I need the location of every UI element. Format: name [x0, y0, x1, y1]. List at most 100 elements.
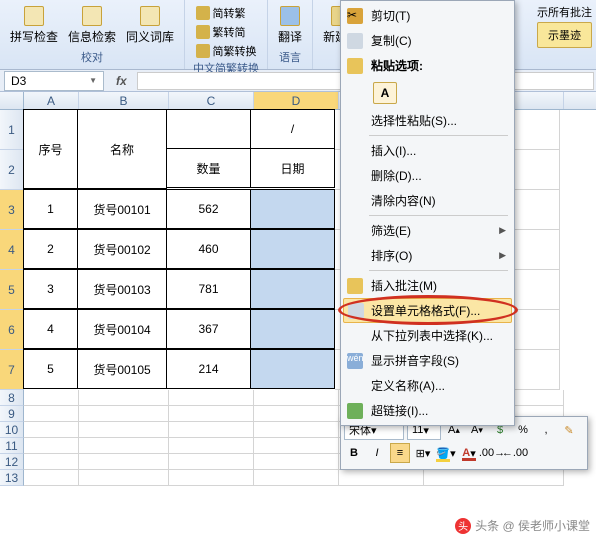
cell[interactable]	[79, 438, 169, 454]
cell-selected[interactable]	[250, 229, 335, 269]
cell[interactable]	[79, 390, 169, 406]
cell[interactable]	[24, 454, 79, 470]
cell-selected[interactable]	[250, 189, 335, 229]
cell[interactable]	[24, 422, 79, 438]
italic-button[interactable]: I	[367, 443, 387, 463]
menu-define-name[interactable]: 定义名称(A)...	[343, 373, 512, 398]
cell[interactable]	[24, 406, 79, 422]
research-button[interactable]: 信息检索	[66, 4, 118, 47]
menu-insert-comment[interactable]: 插入批注(M)	[343, 273, 512, 298]
fill-color-button[interactable]: 🪣▾	[436, 443, 456, 463]
cell-selected[interactable]	[250, 349, 335, 389]
row-header[interactable]: 6	[0, 310, 24, 350]
cell[interactable]: 781	[166, 269, 251, 309]
menu-show-pinyin[interactable]: wén显示拼音字段(S)	[343, 348, 512, 373]
convert-button[interactable]: 简繁转换	[194, 42, 259, 60]
cell[interactable]: 2	[23, 229, 78, 269]
col-header-c[interactable]: C	[169, 92, 254, 109]
show-all-comments-button[interactable]: 示所有批注	[537, 4, 592, 20]
menu-paste-special[interactable]: 选择性粘贴(S)...	[343, 108, 512, 133]
menu-insert[interactable]: 插入(I)...	[343, 138, 512, 163]
menu-filter[interactable]: 筛选(E)▶	[343, 218, 512, 243]
cell[interactable]	[254, 390, 339, 406]
cell[interactable]: 5	[23, 349, 78, 389]
cell[interactable]	[254, 470, 339, 486]
cell[interactable]: 4	[23, 309, 78, 349]
cell[interactable]	[79, 406, 169, 422]
menu-format-cells[interactable]: 设置单元格格式(F)...	[343, 298, 512, 323]
trad-to-simp-button[interactable]: 繁转简	[194, 23, 259, 41]
comma-button[interactable]: ,	[536, 420, 556, 440]
cell-selected[interactable]	[250, 269, 335, 309]
menu-copy[interactable]: 复制(C)	[343, 28, 512, 53]
font-color-button[interactable]: A▾	[459, 443, 479, 463]
cell[interactable]	[79, 454, 169, 470]
borders-button[interactable]: ⊞▾	[413, 443, 433, 463]
cell[interactable]: 3	[23, 269, 78, 309]
row-header[interactable]: 7	[0, 350, 24, 390]
menu-dropdown-pick[interactable]: 从下拉列表中选择(K)...	[343, 323, 512, 348]
row-header[interactable]: 1	[0, 110, 24, 150]
cell[interactable]	[339, 470, 424, 486]
cell[interactable]: 数量	[166, 148, 251, 188]
cell[interactable]: 日期	[250, 148, 335, 188]
cell[interactable]: /	[250, 109, 335, 149]
row-header[interactable]: 3	[0, 190, 24, 230]
cell[interactable]: 货号00103	[77, 269, 167, 309]
show-ink-button[interactable]: 示墨迹	[537, 22, 592, 48]
cell[interactable]	[166, 109, 251, 149]
row-header[interactable]: 2	[0, 150, 24, 190]
menu-cut[interactable]: ✂剪切(T)	[343, 3, 512, 28]
cell[interactable]	[169, 438, 254, 454]
select-all-corner[interactable]	[0, 92, 24, 109]
fx-icon[interactable]: fx	[108, 74, 135, 88]
cell[interactable]	[424, 470, 564, 486]
cell[interactable]	[169, 406, 254, 422]
cell[interactable]: 货号00105	[77, 349, 167, 389]
cell[interactable]: 货号00102	[77, 229, 167, 269]
row-header[interactable]: 10	[0, 422, 24, 438]
cell[interactable]: 货号00104	[77, 309, 167, 349]
simp-to-trad-button[interactable]: 简转繁	[194, 4, 259, 22]
decrease-decimal-button[interactable]: ←.00	[505, 443, 525, 463]
cell[interactable]	[79, 470, 169, 486]
format-painter-button[interactable]: ✎	[559, 420, 579, 440]
row-header[interactable]: 13	[0, 470, 24, 486]
cell[interactable]: 名称	[77, 109, 167, 189]
row-header[interactable]: 4	[0, 230, 24, 270]
menu-sort[interactable]: 排序(O)▶	[343, 243, 512, 268]
spellcheck-button[interactable]: 拼写检查	[8, 4, 60, 47]
menu-clear[interactable]: 清除内容(N)	[343, 188, 512, 213]
align-center-button[interactable]: ≡	[390, 443, 410, 463]
cell[interactable]	[169, 390, 254, 406]
menu-delete[interactable]: 删除(D)...	[343, 163, 512, 188]
bold-button[interactable]: B	[344, 443, 364, 463]
cell[interactable]	[24, 390, 79, 406]
cell[interactable]	[169, 470, 254, 486]
cell[interactable]	[79, 422, 169, 438]
thesaurus-button[interactable]: 同义词库	[124, 4, 176, 47]
cell[interactable]	[254, 454, 339, 470]
cell[interactable]: 367	[166, 309, 251, 349]
paste-text-button[interactable]: A	[373, 82, 397, 104]
cell[interactable]: 货号00101	[77, 189, 167, 229]
cell[interactable]	[254, 406, 339, 422]
col-header-d[interactable]: D	[254, 92, 339, 109]
cell[interactable]: 214	[166, 349, 251, 389]
cell[interactable]: 562	[166, 189, 251, 229]
row-header[interactable]: 5	[0, 270, 24, 310]
cell[interactable]	[24, 470, 79, 486]
cell[interactable]	[169, 454, 254, 470]
cell[interactable]	[254, 438, 339, 454]
cell-selected[interactable]	[250, 309, 335, 349]
row-header[interactable]: 11	[0, 438, 24, 454]
percent-button[interactable]: %	[513, 420, 533, 440]
col-header-b[interactable]: B	[79, 92, 169, 109]
cell[interactable]	[254, 422, 339, 438]
row-header[interactable]: 8	[0, 390, 24, 406]
menu-hyperlink[interactable]: 超链接(I)...	[343, 398, 512, 423]
row-header[interactable]: 9	[0, 406, 24, 422]
cell[interactable]: 序号	[23, 109, 78, 189]
cell[interactable]: 1	[23, 189, 78, 229]
translate-button[interactable]: 翻译	[276, 4, 304, 47]
